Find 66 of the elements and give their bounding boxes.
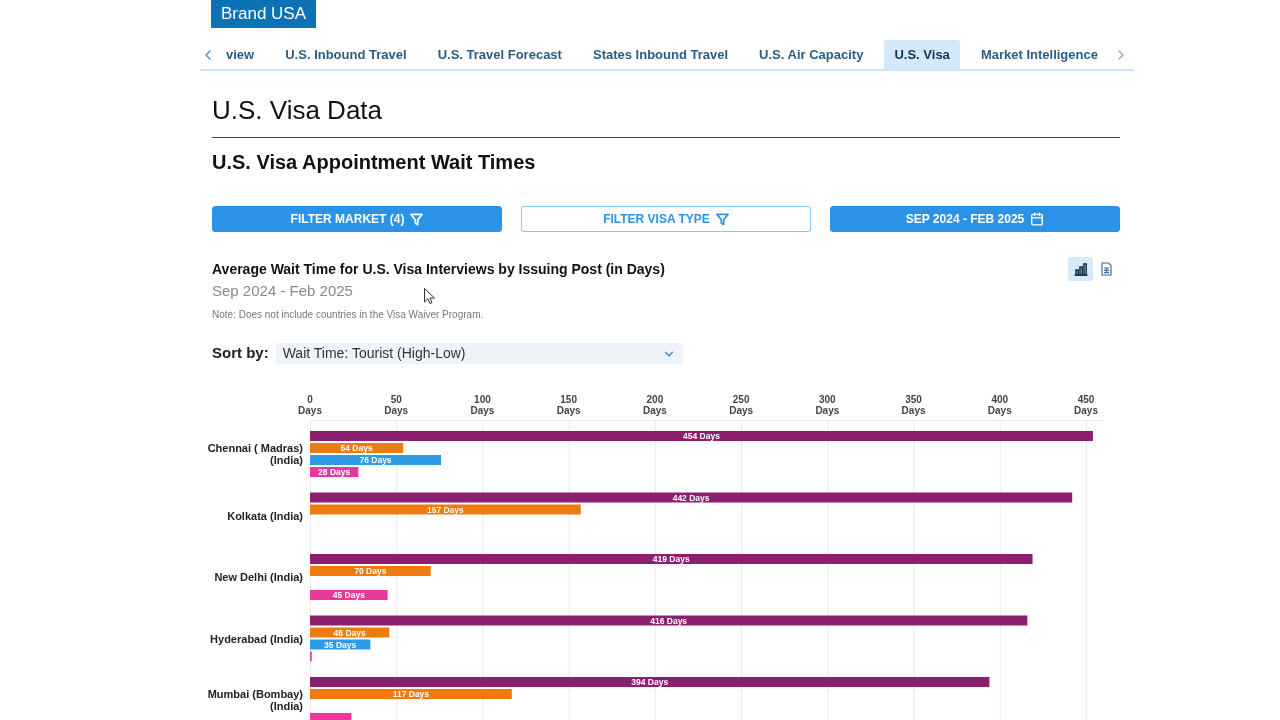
nav-tab[interactable]: view [216, 40, 265, 69]
category-label: New Delhi (India) [214, 571, 303, 583]
data-label: 454 Days [683, 431, 721, 441]
chart-bar: 117 Days [310, 689, 512, 699]
chart-title: Average Wait Time for U.S. Visa Interviews by Issuing Post (in Days) [212, 260, 665, 279]
chart-bar: 76 Days [310, 455, 442, 465]
data-label: 28 Days [318, 467, 351, 477]
axis-tick-label: 150 Days [556, 394, 581, 416]
chart-bar: 54 Days [310, 443, 404, 453]
filter-icon [410, 212, 424, 226]
calendar-icon [1030, 212, 1045, 226]
chart-view-button[interactable] [1068, 257, 1093, 281]
data-label: 76 Days [359, 455, 392, 465]
data-label: 46 Days [333, 627, 366, 638]
chart-bar: 454 Days [310, 431, 1093, 441]
chart-bar: 442 Days [310, 492, 1073, 503]
nav-tab[interactable]: U.S. Travel Forecast [427, 40, 572, 69]
axis-tick-label: 250 Days [729, 394, 754, 416]
chart-bar: 35 Days [310, 639, 371, 650]
data-label: 394 Days [631, 677, 669, 687]
chart-bar: 28 Days [310, 467, 359, 477]
chart-bar: 46 Days [310, 627, 390, 638]
nav-tab[interactable]: U.S. Inbound Travel [275, 40, 417, 69]
filter-icon [715, 212, 729, 226]
nav-tab[interactable]: U.S. Visa [884, 40, 960, 69]
chart-bar: 416 Days [310, 615, 1028, 626]
page-title: U.S. Visa Data [212, 96, 383, 124]
category-label: Hyderabad (India) [210, 632, 303, 645]
sort-label: Sort by: [212, 343, 269, 364]
data-label: 45 Days [332, 590, 366, 600]
data-label: 70 Days [354, 566, 387, 576]
section-title: U.S. Visa Appointment Wait Times [212, 150, 536, 174]
axis-tick-label: 400 Days [987, 394, 1012, 416]
chart-subtitle: Sep 2024 - Feb 2025 [212, 281, 353, 301]
data-label: 419 Days [652, 554, 690, 564]
sort-dropdown[interactable]: Wait Time: Tourist (High-Low) [275, 343, 683, 364]
data-label: 117 Days [392, 689, 430, 699]
brand-logo[interactable]: Brand USA [211, 0, 317, 28]
category-label: Chennai ( Madras) (India) [206, 442, 303, 466]
chart-bar: 70 Days [310, 566, 431, 576]
chart-bar [310, 713, 352, 720]
axis-tick-label: 350 Days [901, 394, 926, 416]
category-label: Kolkata (India) [227, 509, 303, 522]
chart-bar: 394 Days [310, 677, 990, 687]
chart-note: Note: Does not include countries in the Visa Waiver Program. [212, 308, 484, 322]
spreadsheet-icon [1101, 262, 1112, 276]
chart-bar: 45 Days [310, 590, 388, 600]
data-label: 157 Days [426, 504, 465, 515]
axis-tick-label: 200 Days [642, 394, 667, 416]
chart-bar: 419 Days [310, 554, 1033, 564]
axis-tick-label: 50 Days [384, 394, 409, 416]
axis-tick-label: 0 Days [298, 394, 322, 416]
data-label: 416 Days [650, 615, 688, 626]
bar-chart-icon [1073, 262, 1088, 276]
nav-tab[interactable]: Market Intelligence [970, 40, 1108, 69]
axis-tick-label: 450 Days [1074, 394, 1098, 416]
mouse-pointer-icon [424, 288, 435, 304]
axis-tick-label: 100 Days [470, 394, 495, 416]
nav-tab[interactable]: U.S. Air Capacity [749, 40, 874, 69]
data-label: 35 Days [324, 639, 357, 650]
nav-tab[interactable]: States Inbound Travel [582, 40, 739, 69]
chart-bar: 157 Days [310, 504, 581, 515]
category-label: Mumbai (Bombay) (India) [206, 688, 303, 712]
data-label: 442 Days [672, 492, 710, 503]
data-label: 54 Days [340, 443, 373, 453]
axis-tick-label: 300 Days [815, 394, 840, 416]
